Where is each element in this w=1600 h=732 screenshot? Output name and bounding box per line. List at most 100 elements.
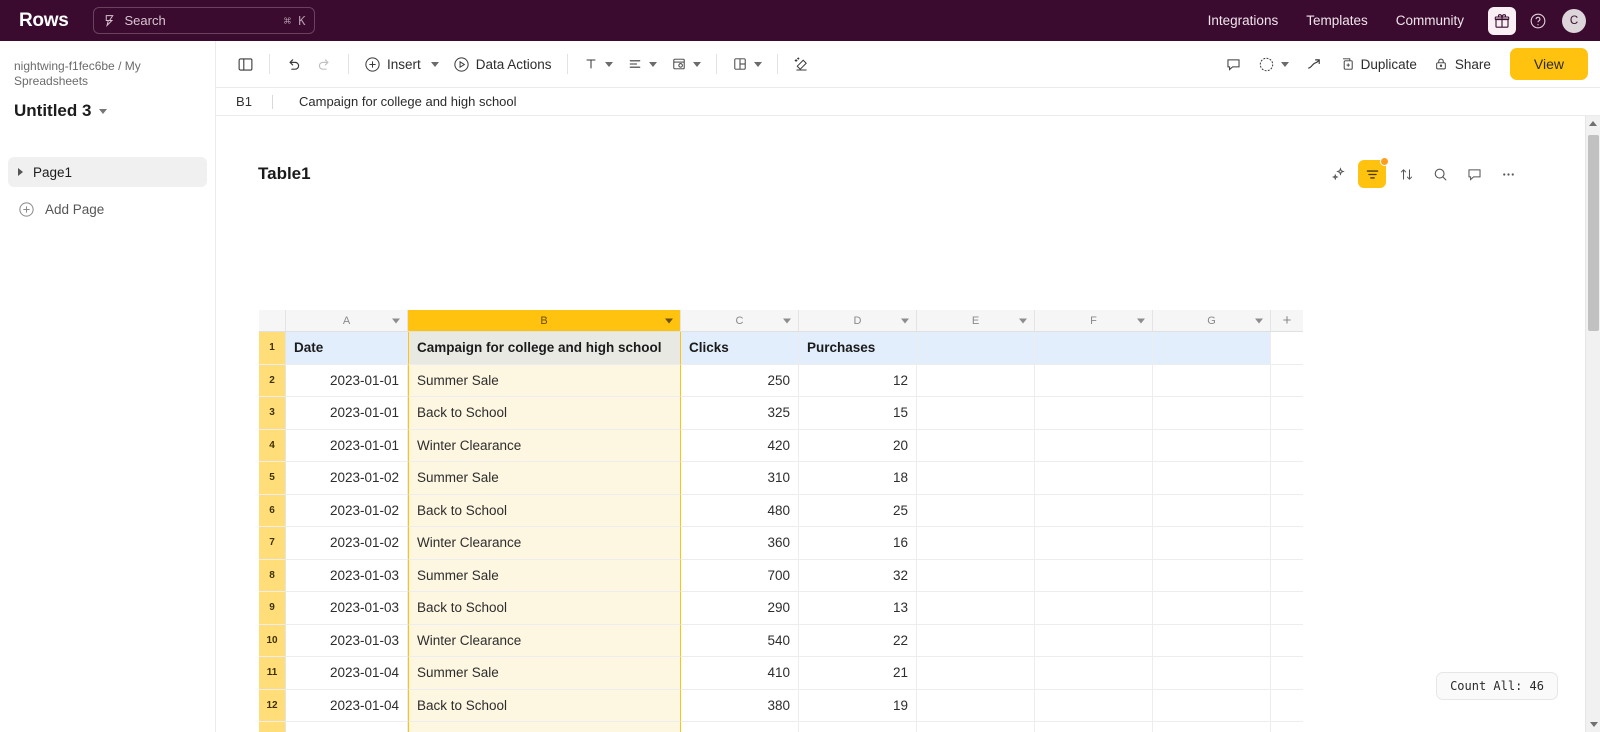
column-header-c[interactable]: C bbox=[681, 310, 799, 332]
grid-cell-E6[interactable] bbox=[917, 494, 1035, 527]
grid-cell-E12[interactable] bbox=[917, 689, 1035, 722]
grid-cell-B3[interactable]: Back to School bbox=[408, 397, 681, 430]
grid-cell-D11[interactable]: 21 bbox=[799, 657, 917, 690]
grid-cell-G10[interactable] bbox=[1153, 624, 1271, 657]
grid-cell-A7[interactable]: 2023-01-02 bbox=[286, 527, 408, 560]
grid-cell-F13[interactable] bbox=[1035, 722, 1153, 732]
row-header-7[interactable]: 7 bbox=[259, 527, 286, 560]
grid-cell-D5[interactable]: 18 bbox=[799, 462, 917, 495]
grid-cell-B7[interactable]: Winter Clearance bbox=[408, 527, 681, 560]
nav-templates[interactable]: Templates bbox=[1292, 7, 1382, 34]
row-header-11[interactable]: 11 bbox=[259, 657, 286, 690]
chevron-down-icon[interactable] bbox=[392, 318, 400, 323]
toggle-sidebar-button[interactable] bbox=[230, 49, 261, 79]
grid-cell-E13[interactable] bbox=[917, 722, 1035, 732]
grid-cell-C12[interactable]: 380 bbox=[681, 689, 799, 722]
row-header-8[interactable]: 8 bbox=[259, 559, 286, 592]
column-header-d[interactable]: D bbox=[799, 310, 917, 332]
row-header-10[interactable]: 10 bbox=[259, 624, 286, 657]
grid-cell-E10[interactable] bbox=[917, 624, 1035, 657]
grid-cell-G2[interactable] bbox=[1153, 364, 1271, 397]
grid-cell-F7[interactable] bbox=[1035, 527, 1153, 560]
grid-cell-F6[interactable] bbox=[1035, 494, 1153, 527]
grid-cell-D8[interactable]: 32 bbox=[799, 559, 917, 592]
row-header-5[interactable]: 5 bbox=[259, 462, 286, 495]
grid-cell-C11[interactable]: 410 bbox=[681, 657, 799, 690]
column-header-g[interactable]: G bbox=[1153, 310, 1271, 332]
grid-cell-D4[interactable]: 20 bbox=[799, 429, 917, 462]
grid-cell-E3[interactable] bbox=[917, 397, 1035, 430]
grid-cell-D9[interactable]: 13 bbox=[799, 592, 917, 625]
column-header-f[interactable]: F bbox=[1035, 310, 1153, 332]
ai-sparkle-button[interactable] bbox=[1324, 160, 1352, 188]
row-header-4[interactable]: 4 bbox=[259, 429, 286, 462]
grid-cell-A10[interactable]: 2023-01-03 bbox=[286, 624, 408, 657]
row-header-3[interactable]: 3 bbox=[259, 397, 286, 430]
grid-cell-E8[interactable] bbox=[917, 559, 1035, 592]
formula-input[interactable]: Campaign for college and high school bbox=[299, 94, 517, 109]
help-button[interactable] bbox=[1524, 7, 1552, 35]
avatar[interactable]: C bbox=[1562, 8, 1586, 33]
grid-cell-A3[interactable]: 2023-01-01 bbox=[286, 397, 408, 430]
grid-cell-A4[interactable]: 2023-01-01 bbox=[286, 429, 408, 462]
grid-cell-A2[interactable]: 2023-01-01 bbox=[286, 364, 408, 397]
row-header-1[interactable]: 1 bbox=[259, 332, 286, 365]
global-search-box[interactable]: Search ⌘ K bbox=[93, 7, 316, 34]
row-header-13[interactable]: 13 bbox=[259, 722, 286, 732]
grid-cell-A6[interactable]: 2023-01-02 bbox=[286, 494, 408, 527]
add-column-button[interactable]: + bbox=[1271, 310, 1303, 332]
row-header-12[interactable]: 12 bbox=[259, 689, 286, 722]
grid-cell-F10[interactable] bbox=[1035, 624, 1153, 657]
grid-cell-G13[interactable] bbox=[1153, 722, 1271, 732]
grid-cell-C6[interactable]: 480 bbox=[681, 494, 799, 527]
grid-cell-G6[interactable] bbox=[1153, 494, 1271, 527]
search-table-button[interactable] bbox=[1426, 160, 1454, 188]
grid-cell-G4[interactable] bbox=[1153, 429, 1271, 462]
grid-cell-D6[interactable]: 25 bbox=[799, 494, 917, 527]
cell-reference-input[interactable]: B1 bbox=[216, 94, 272, 109]
grid-cell-D13[interactable]: 11 bbox=[799, 722, 917, 732]
rows-logo[interactable]: Rows bbox=[19, 10, 69, 32]
view-button[interactable]: View bbox=[1509, 48, 1588, 80]
grid-cell-B10[interactable]: Winter Clearance bbox=[408, 624, 681, 657]
page-title[interactable]: Untitled 3 bbox=[14, 101, 91, 121]
grid-cell-G7[interactable] bbox=[1153, 527, 1271, 560]
column-header-b[interactable]: B bbox=[408, 310, 681, 332]
grid-cell-G9[interactable] bbox=[1153, 592, 1271, 625]
grid-cell-B12[interactable]: Back to School bbox=[408, 689, 681, 722]
grid-cell-F12[interactable] bbox=[1035, 689, 1153, 722]
grid-cell-A9[interactable]: 2023-01-03 bbox=[286, 592, 408, 625]
grid-cell-C5[interactable]: 310 bbox=[681, 462, 799, 495]
grid-cell-B8[interactable]: Summer Sale bbox=[408, 559, 681, 592]
grid-cell-D2[interactable]: 12 bbox=[799, 364, 917, 397]
data-actions-button[interactable]: Data Actions bbox=[446, 49, 559, 79]
grid-cell-F5[interactable] bbox=[1035, 462, 1153, 495]
sidebar-item-page1[interactable]: Page1 bbox=[8, 157, 207, 187]
chevron-down-icon[interactable] bbox=[901, 318, 909, 323]
undo-button[interactable] bbox=[278, 49, 309, 79]
grid-cell-C7[interactable]: 360 bbox=[681, 527, 799, 560]
vertical-scrollbar[interactable] bbox=[1585, 116, 1600, 732]
grid-cell-A12[interactable]: 2023-01-04 bbox=[286, 689, 408, 722]
share-button[interactable]: Share bbox=[1426, 49, 1498, 79]
grid-cell-E5[interactable] bbox=[917, 462, 1035, 495]
grid-cell-F4[interactable] bbox=[1035, 429, 1153, 462]
grid-cell-C1[interactable]: Clicks bbox=[681, 332, 799, 365]
grid-cell-E9[interactable] bbox=[917, 592, 1035, 625]
grid-cell-B1[interactable]: Campaign for college and high school bbox=[408, 332, 681, 365]
grid-cell-A8[interactable]: 2023-01-03 bbox=[286, 559, 408, 592]
grid-cell-E11[interactable] bbox=[917, 657, 1035, 690]
row-header-9[interactable]: 9 bbox=[259, 592, 286, 625]
grid-cell-C10[interactable]: 540 bbox=[681, 624, 799, 657]
grid-cell-B4[interactable]: Winter Clearance bbox=[408, 429, 681, 462]
grid-cell-F3[interactable] bbox=[1035, 397, 1153, 430]
chevron-down-icon[interactable] bbox=[99, 108, 108, 114]
gift-button[interactable] bbox=[1488, 6, 1516, 35]
clear-formatting-button[interactable] bbox=[786, 49, 817, 79]
grid-cell-G5[interactable] bbox=[1153, 462, 1271, 495]
grid-cell-A5[interactable]: 2023-01-02 bbox=[286, 462, 408, 495]
breadcrumb[interactable]: nightwing-f1fec6be / My Spreadsheets bbox=[14, 59, 201, 89]
column-header-a[interactable]: A bbox=[286, 310, 408, 332]
grid-cell-G3[interactable] bbox=[1153, 397, 1271, 430]
grid-cell-D12[interactable]: 19 bbox=[799, 689, 917, 722]
